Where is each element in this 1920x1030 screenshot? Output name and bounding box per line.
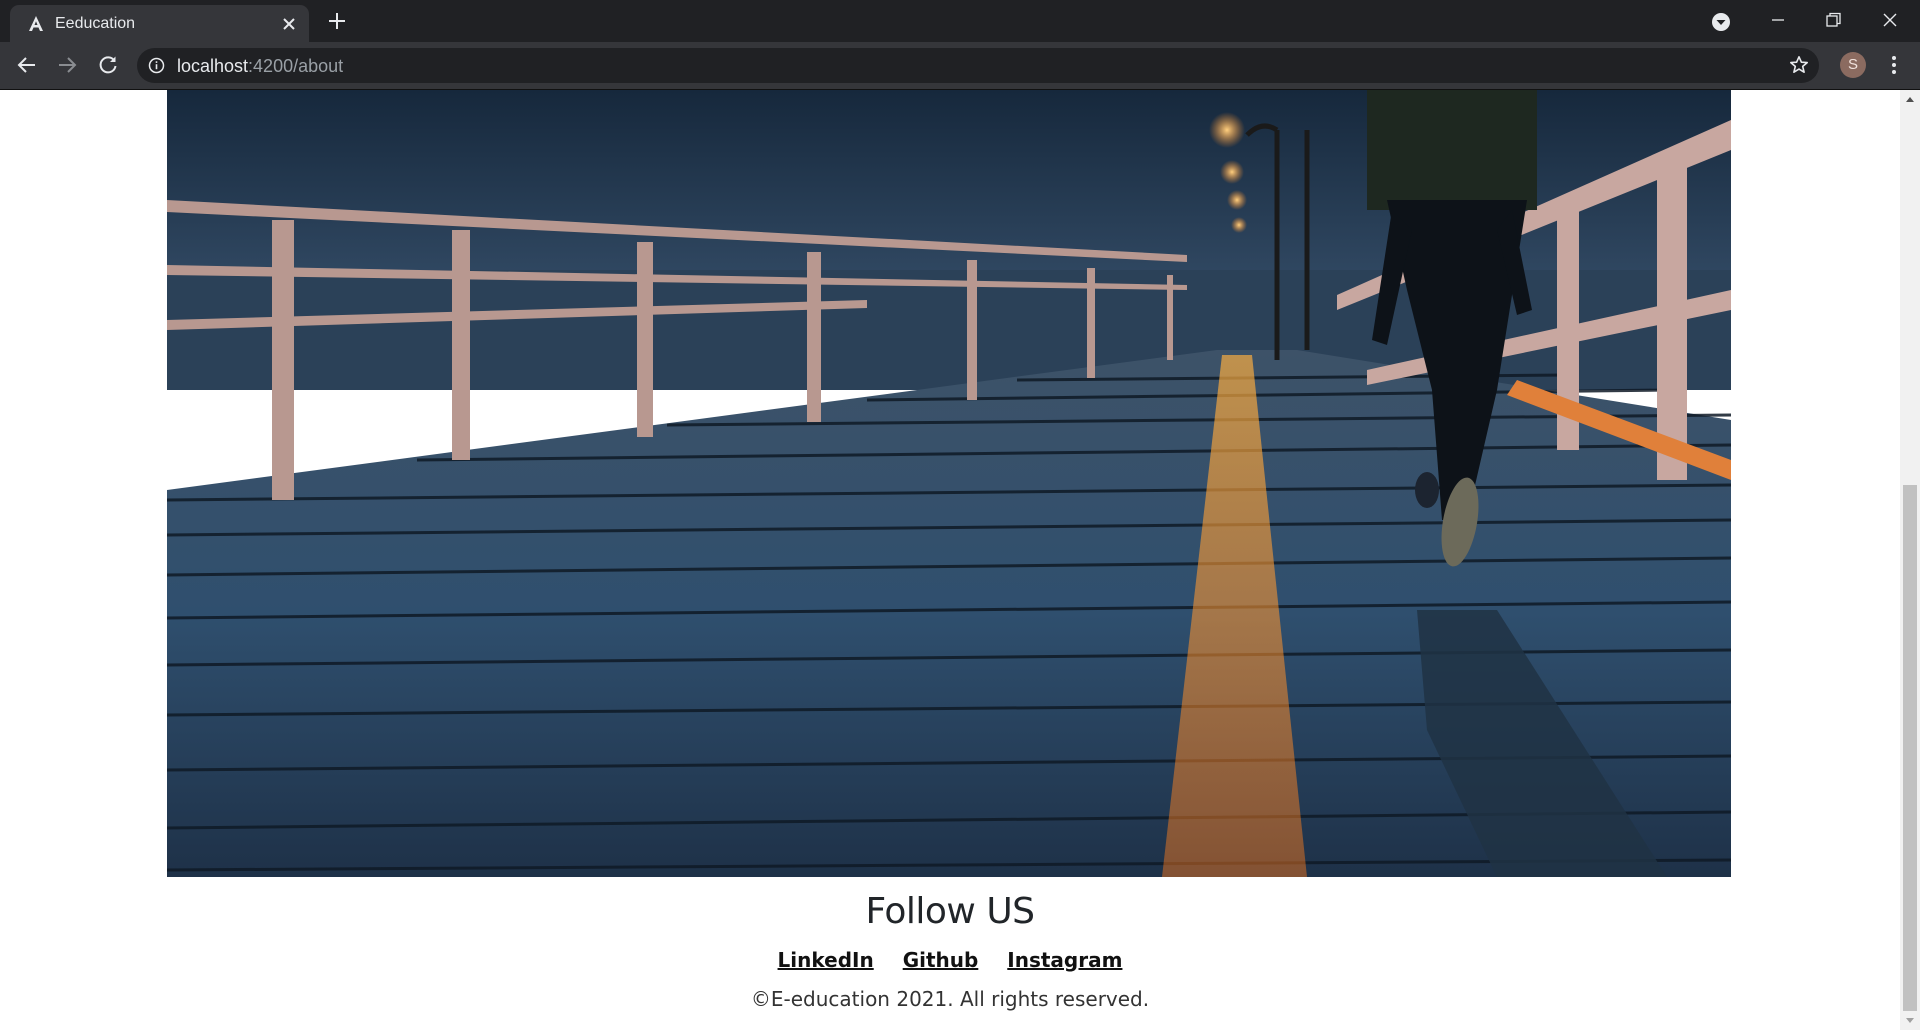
social-links: LinkedIn Github Instagram: [0, 948, 1900, 972]
url-path: :4200/about: [248, 56, 344, 76]
angular-icon: [29, 16, 43, 31]
scrollbar-thumb[interactable]: [1903, 485, 1917, 1011]
linkedin-link[interactable]: LinkedIn: [778, 948, 874, 972]
arrow-right-icon[interactable]: [55, 53, 79, 77]
minimize-icon[interactable]: [1767, 9, 1789, 31]
night-boardwalk-photo: [167, 90, 1731, 877]
chevron-down-circle-icon[interactable]: [1710, 11, 1732, 33]
reload-icon[interactable]: [96, 53, 120, 77]
browser-tab-bar: Eeducation: [0, 0, 1920, 42]
vertical-scrollbar[interactable]: [1900, 90, 1920, 1030]
window-close-icon[interactable]: [1879, 9, 1901, 31]
more-vertical-icon[interactable]: [1884, 54, 1904, 76]
follow-us-heading: Follow US: [865, 891, 1035, 932]
close-icon[interactable]: [281, 16, 297, 32]
restore-icon[interactable]: [1822, 9, 1844, 31]
avatar[interactable]: S: [1840, 52, 1866, 78]
page-viewport: Follow US LinkedIn Github Instagram ©E-e…: [0, 90, 1900, 1030]
scroll-down-arrow-icon[interactable]: [1904, 1016, 1916, 1026]
url-host: localhost: [177, 56, 249, 76]
browser-tab[interactable]: Eeducation: [10, 5, 309, 42]
url-text[interactable]: localhost:4200/about: [177, 56, 343, 77]
address-bar[interactable]: localhost:4200/about: [137, 48, 1819, 83]
plus-icon[interactable]: [327, 11, 347, 31]
tab-title: Eeducation: [55, 15, 136, 32]
browser-toolbar: localhost:4200/about S: [0, 42, 1920, 90]
scroll-up-arrow-icon[interactable]: [1904, 94, 1916, 104]
star-icon[interactable]: [1789, 55, 1809, 75]
github-link[interactable]: Github: [903, 948, 979, 972]
instagram-link[interactable]: Instagram: [1007, 948, 1122, 972]
arrow-left-icon[interactable]: [15, 53, 39, 77]
info-icon[interactable]: [148, 57, 165, 74]
copyright-text: ©E-education 2021. All rights reserved.: [750, 987, 1150, 1011]
